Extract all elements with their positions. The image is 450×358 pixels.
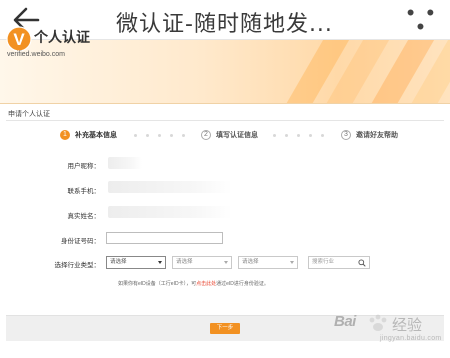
verified-logo-icon: V: [6, 26, 32, 52]
more-dots-icon[interactable]: • • •: [400, 2, 444, 38]
select-value: 请选择: [176, 259, 193, 265]
step-2: 2 填写认证信息: [201, 128, 258, 142]
watermark-brand-cn: 经验: [392, 317, 423, 334]
industry-search-input[interactable]: 搜索行业: [308, 256, 370, 269]
step-number: 3: [341, 130, 351, 140]
industry-select-2[interactable]: 请选择: [172, 256, 232, 269]
step-label: 填写认证信息: [216, 132, 258, 139]
logo-letter: V: [13, 30, 25, 49]
realname-label: 真实姓名：: [67, 213, 101, 220]
search-placeholder: 搜索行业: [312, 259, 335, 265]
next-step-button[interactable]: 下一步: [210, 323, 240, 334]
chevron-down-icon: [158, 261, 162, 264]
watermark-url: jingyan.baidu.com: [380, 335, 442, 342]
verification-banner: [0, 40, 450, 104]
step-label: 邀请好友帮助: [356, 132, 398, 139]
step-3: 3 邀请好友帮助: [341, 128, 398, 142]
phone-label: 联系手机：: [67, 188, 101, 195]
industry-label: 选择行业类型：: [54, 262, 101, 269]
step-connector: [273, 134, 324, 137]
eid-note: 如果你有eID设备（工行eID卡），可点击此处通过eID进行身份验证。: [118, 280, 269, 287]
page-title: 微认证-随时随地发...: [116, 12, 333, 37]
note-text-before: 如果你有eID设备（工行eID卡），可: [118, 281, 197, 287]
eid-link[interactable]: 点击此处: [196, 281, 216, 287]
select-value: 请选择: [110, 259, 127, 265]
step-1: 1 补充基本信息: [60, 128, 117, 142]
step-connector: [134, 134, 185, 137]
industry-select-1[interactable]: 请选择: [106, 256, 166, 269]
section-title: 申请个人认证: [8, 111, 50, 118]
step-label: 补充基本信息: [75, 132, 117, 139]
realname-field[interactable]: [108, 206, 232, 218]
banner-subtitle: verified.weibo.com: [7, 51, 65, 58]
watermark-brand: Bai: [334, 313, 356, 330]
industry-select-3[interactable]: 请选择: [238, 256, 298, 269]
note-text-after: 通过eID进行身份验证。: [216, 281, 269, 287]
nickname-label: 用户昵称：: [67, 163, 101, 170]
chevron-down-icon: [224, 261, 228, 264]
step-number: 2: [201, 130, 211, 140]
section-divider: [6, 120, 444, 121]
step-number: 1: [60, 130, 70, 140]
chevron-down-icon: [290, 261, 294, 264]
nickname-value-blurred: [108, 157, 142, 169]
search-icon[interactable]: [358, 259, 366, 267]
idcard-label: 身份证号码：: [61, 238, 100, 245]
select-value: 请选择: [242, 259, 259, 265]
idcard-field[interactable]: [106, 232, 223, 244]
phone-field[interactable]: [108, 181, 232, 193]
banner-title: 个人认证: [34, 29, 90, 45]
